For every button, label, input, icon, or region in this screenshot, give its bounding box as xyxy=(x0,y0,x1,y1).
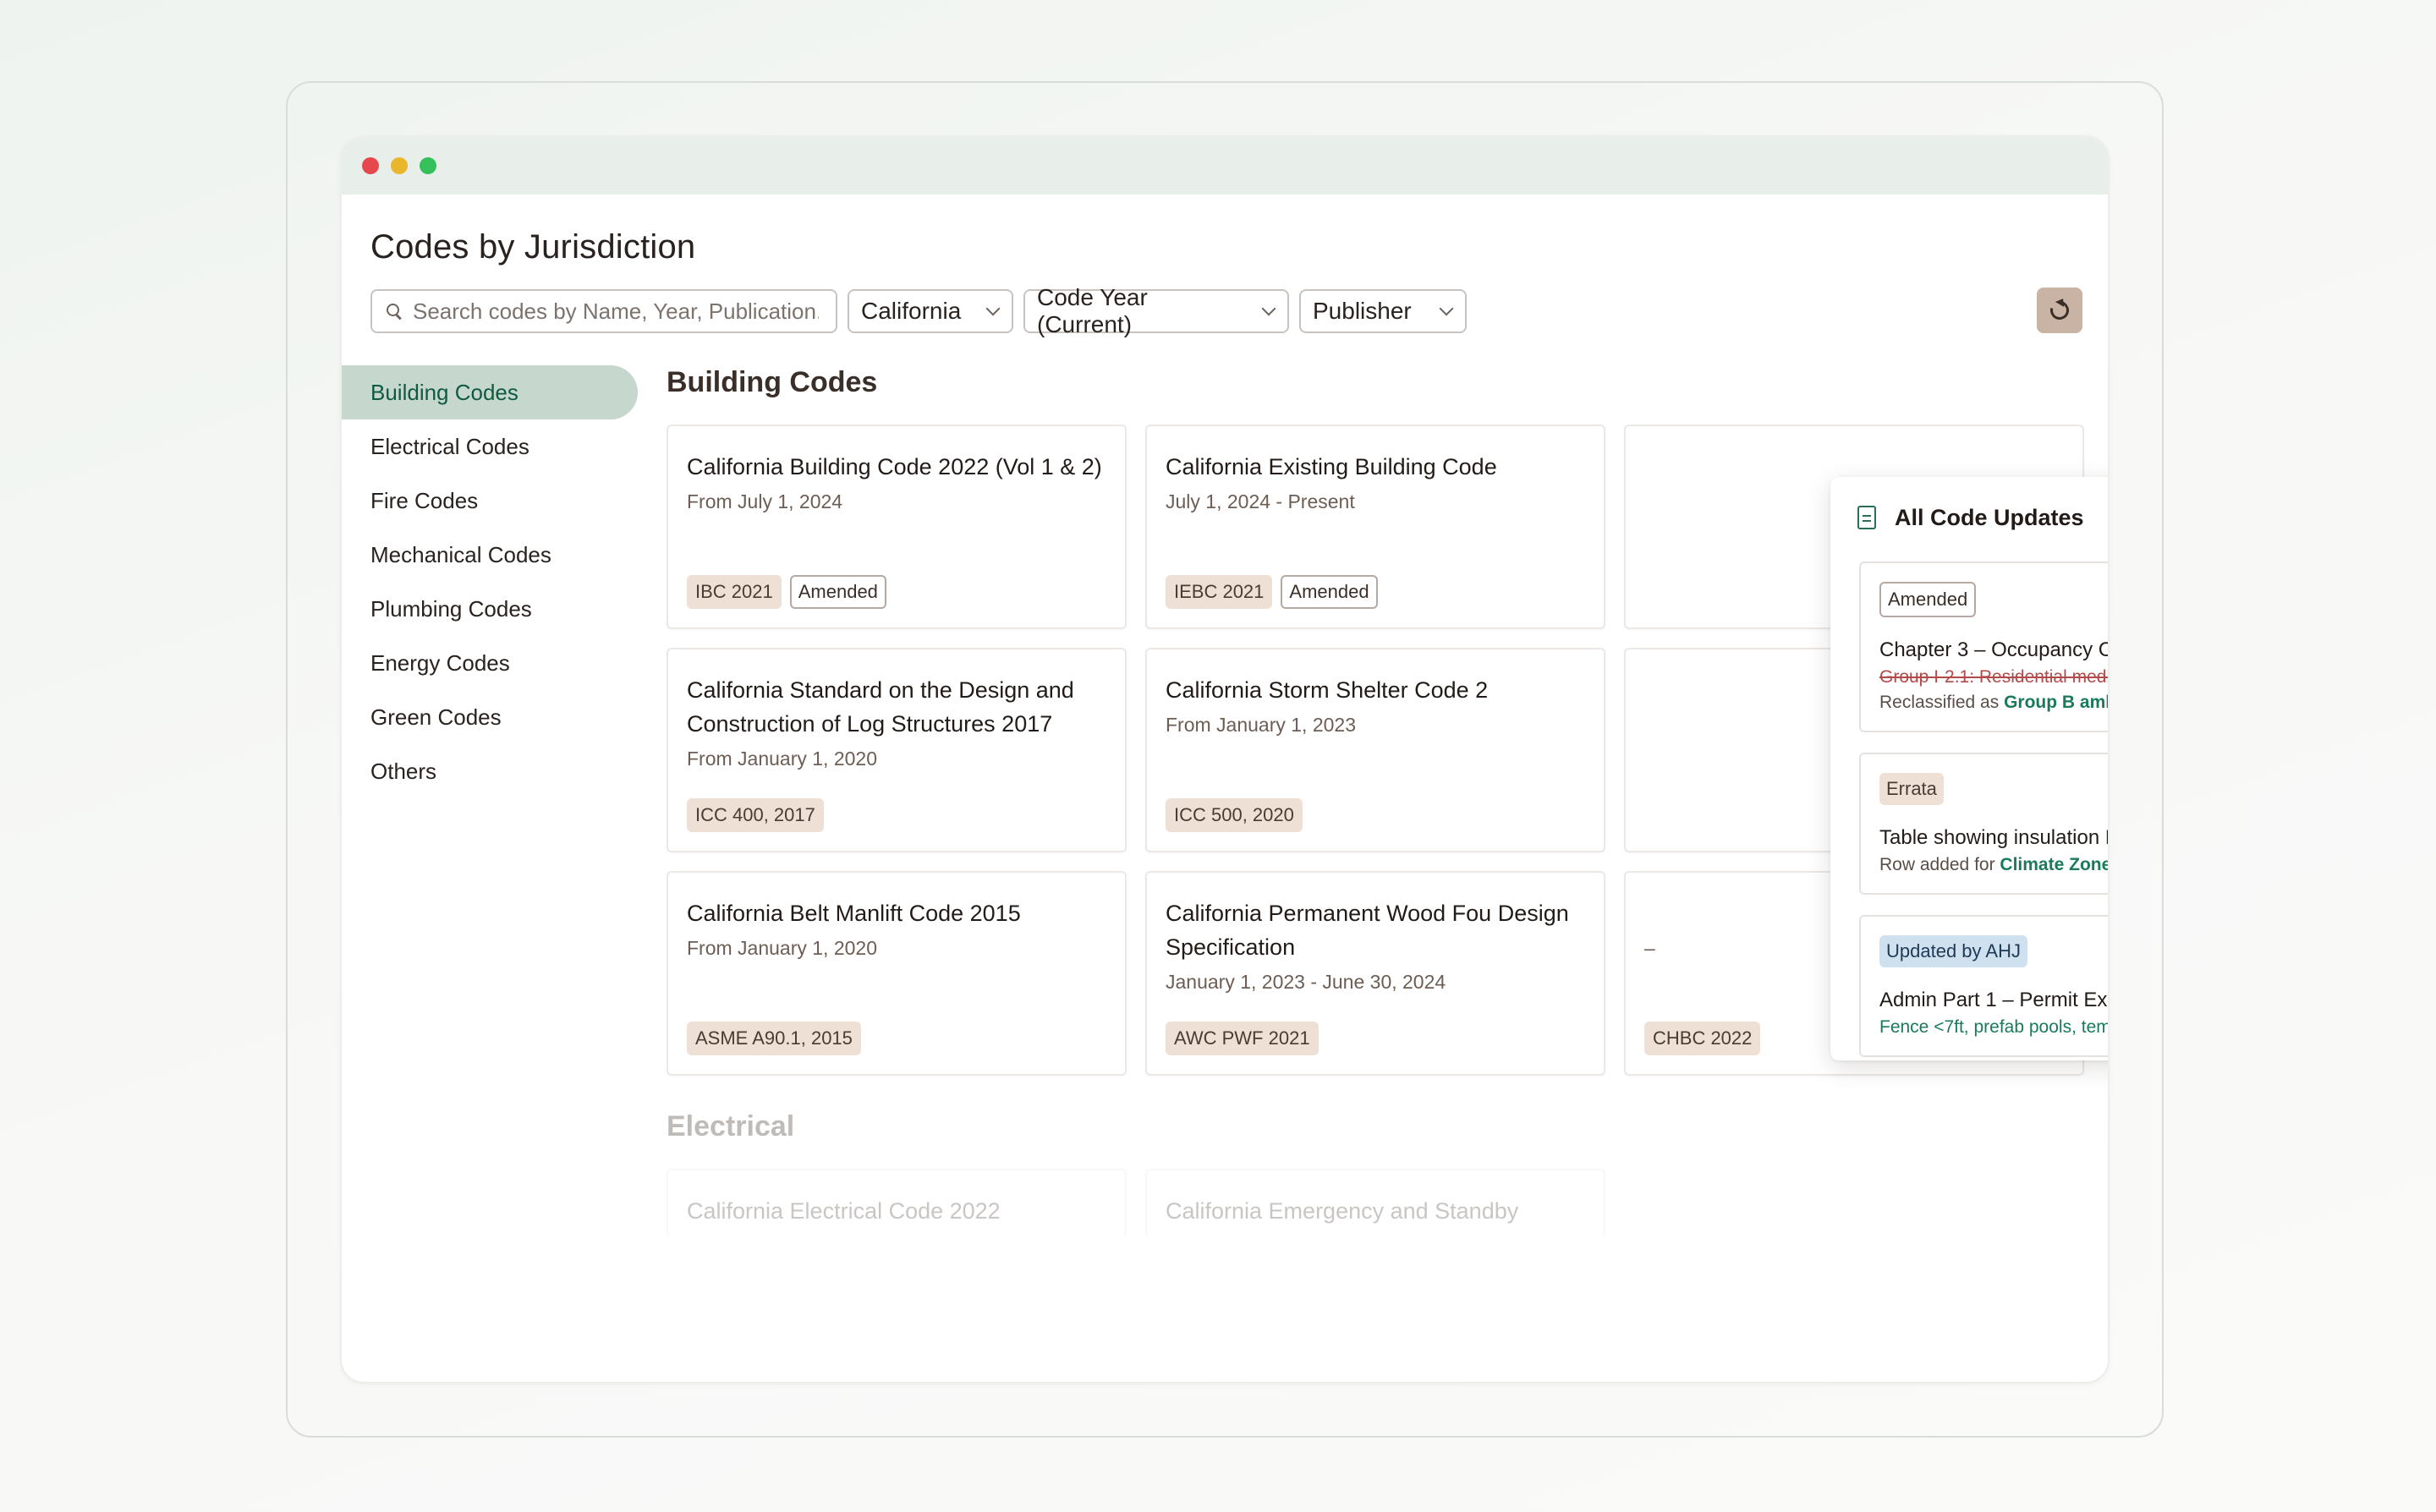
amended-tag: Amended xyxy=(1281,575,1378,609)
card-date: July 1, 2024 - Present xyxy=(1166,490,1355,512)
base-code-tag: IEBC 2021 xyxy=(1166,575,1273,609)
code-card[interactable]: California Storm Shelter Code 2 From Jan… xyxy=(1145,648,1605,852)
code-card[interactable]: California Standard on the Design and Co… xyxy=(667,648,1127,852)
code-year-select-value: Code Year (Current) xyxy=(1037,284,1148,337)
update-title: Chapter 3 – Occupancy Classification xyxy=(1879,638,2108,661)
window-titlebar xyxy=(342,137,2108,194)
category-sidebar: Building Codes Electrical Codes Fire Cod… xyxy=(342,365,638,798)
card-tags: IBC 2021 Amended xyxy=(687,575,886,609)
search-icon xyxy=(386,303,403,320)
card-date: From January 1, 2023 xyxy=(1166,714,1357,736)
card-date: From January 1, 2020 xyxy=(687,748,878,770)
code-card[interactable]: California Permanent Wood Fou Design Spe… xyxy=(1145,871,1605,1076)
card-title: California Emergency and Standby xyxy=(1166,1198,1519,1224)
card-tags: IEBC 2021 Amended xyxy=(1166,575,1378,609)
search-input[interactable] xyxy=(413,298,819,325)
update-title: Table showing insulation R-values had a … xyxy=(1879,826,2108,849)
base-code-tag: AWC PWF 2021 xyxy=(1166,1022,1319,1055)
code-year-select[interactable]: Code Year (Current) xyxy=(1023,284,1289,337)
sidebar-item-electrical-codes[interactable]: Electrical Codes xyxy=(342,419,638,474)
card-date: From January 1, 2020 xyxy=(687,937,878,959)
filter-toolbar: California Code Year (Current) Publisher xyxy=(370,284,1467,337)
card-title: California Permanent Wood Fou Design Spe… xyxy=(1166,901,1569,960)
code-card[interactable]: California Existing Building Code July 1… xyxy=(1145,425,1605,629)
code-updates-popover: All Code Updates Amended Chapter 3 – Occ… xyxy=(1830,477,2110,1060)
card-date: From July 1, 2024 xyxy=(687,490,843,512)
document-icon xyxy=(1857,506,1876,529)
card-tags: ICC 500, 2020 xyxy=(1166,798,1303,832)
update-description-text: Row added for xyxy=(1879,855,2000,874)
search-box[interactable] xyxy=(370,289,837,333)
card-tags: ICC 400, 2017 xyxy=(687,798,824,832)
update-title: Admin Part 1 – Permit Exemptions xyxy=(1879,989,2108,1011)
sidebar-item-plumbing-codes[interactable]: Plumbing Codes xyxy=(342,582,638,636)
update-highlight: Group B ambulatory care xyxy=(2004,693,2108,712)
update-added-text: Fence <7ft, prefab pools, temporary ligh… xyxy=(1879,1017,2110,1037)
card-title: California Building Code 2022 (Vol 1 & 2… xyxy=(687,454,1102,479)
page-title: Codes by Jurisdiction xyxy=(370,228,696,266)
update-description: Row added for Climate Zone 3 – Attics xyxy=(1879,852,2110,878)
base-code-tag: ICC 500, 2020 xyxy=(1166,798,1303,832)
chevron-down-icon xyxy=(985,301,1001,316)
section-title: Building Codes xyxy=(667,366,878,398)
code-card[interactable]: California Belt Manlift Code 2015 From J… xyxy=(667,871,1127,1076)
sidebar-item-green-codes[interactable]: Green Codes xyxy=(342,690,638,744)
card-title: California Storm Shelter Code 2 xyxy=(1166,677,1489,703)
update-description: Reclassified as Group B ambulatory care. xyxy=(1879,690,2108,715)
update-removed-text: Group I-2.1: Residential medically super… xyxy=(1879,667,2110,687)
card-tags: AWC PWF 2021 xyxy=(1166,1022,1319,1055)
sidebar-item-building-codes[interactable]: Building Codes xyxy=(342,365,638,419)
base-code-tag: CHBC 2022 xyxy=(1644,1022,1761,1055)
code-card[interactable]: California Electrical Code 2022 xyxy=(667,1169,1127,1236)
chevron-down-icon xyxy=(1261,301,1276,316)
electrical-section: Electrical California Electrical Code 20… xyxy=(667,1109,2088,1236)
update-item[interactable]: Updated by AHJ Admin Part 1 – Permit Exe… xyxy=(1859,915,2110,1057)
update-badge: Errata xyxy=(1879,773,1944,805)
update-highlight: Climate Zone 3 – Attics xyxy=(2000,855,2110,874)
update-badge: Amended xyxy=(1879,582,1977,617)
amended-tag: Amended xyxy=(789,575,886,609)
update-item[interactable]: Errata Table showing insulation R-values… xyxy=(1859,753,2110,895)
maximize-window-button[interactable] xyxy=(420,157,436,174)
update-badge: Updated by AHJ xyxy=(1879,935,2027,967)
card-title: California Belt Manlift Code 2015 xyxy=(687,901,1021,926)
code-card[interactable]: California Building Code 2022 (Vol 1 & 2… xyxy=(667,425,1127,629)
state-select-value: California xyxy=(861,298,962,324)
card-title: California Electrical Code 2022 xyxy=(687,1198,1001,1224)
minimize-window-button[interactable] xyxy=(391,157,408,174)
code-updates-button[interactable] xyxy=(2037,288,2082,333)
sidebar-item-others[interactable]: Others xyxy=(342,744,638,798)
sidebar-item-mechanical-codes[interactable]: Mechanical Codes xyxy=(342,528,638,582)
popover-title: All Code Updates xyxy=(1895,504,2084,530)
app-window: Codes by Jurisdiction California Code Ye… xyxy=(340,135,2110,1383)
base-code-tag: ASME A90.1, 2015 xyxy=(687,1022,861,1055)
base-code-tag: IBC 2021 xyxy=(687,575,782,609)
publisher-select[interactable]: Publisher xyxy=(1299,289,1467,333)
card-tags: CHBC 2022 xyxy=(1644,1022,1761,1055)
card-date: January 1, 2023 - June 30, 2024 xyxy=(1166,971,1446,993)
state-select[interactable]: California xyxy=(848,289,1013,333)
card-title: California Standard on the Design and Co… xyxy=(687,677,1074,737)
section-title: Electrical xyxy=(667,1110,795,1142)
update-description-text: Reclassified as xyxy=(1879,693,2005,712)
card-tags: ASME A90.1, 2015 xyxy=(687,1022,861,1055)
sidebar-item-fire-codes[interactable]: Fire Codes xyxy=(342,474,638,528)
popover-header: All Code Updates xyxy=(1830,477,2108,558)
update-item[interactable]: Amended Chapter 3 – Occupancy Classifica… xyxy=(1859,562,2110,732)
base-code-tag: ICC 400, 2017 xyxy=(687,798,824,832)
publisher-select-value: Publisher xyxy=(1313,298,1412,324)
card-title: California Existing Building Code xyxy=(1166,454,1497,479)
electrical-grid: California Electrical Code 2022 Californ… xyxy=(667,1169,2088,1236)
chevron-down-icon xyxy=(1439,301,1454,316)
close-window-button[interactable] xyxy=(362,157,379,174)
sidebar-item-energy-codes[interactable]: Energy Codes xyxy=(342,636,638,690)
code-card[interactable]: California Emergency and Standby xyxy=(1145,1169,1605,1236)
updates-list: Amended Chapter 3 – Occupancy Classifica… xyxy=(1859,562,2110,1060)
refresh-icon xyxy=(2046,297,2073,324)
